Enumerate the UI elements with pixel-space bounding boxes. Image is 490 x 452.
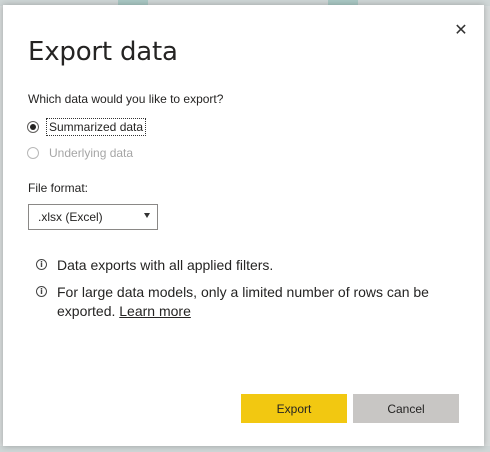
learn-more-link[interactable]: Learn more xyxy=(119,303,191,319)
radio-summarized-data[interactable]: Summarized data xyxy=(27,118,147,136)
info-filters-note: i Data exports with all applied filters. xyxy=(36,256,447,275)
close-icon[interactable]: ✕ xyxy=(452,21,470,39)
radio-label-underlying: Underlying data xyxy=(49,146,134,160)
file-format-label: File format: xyxy=(28,181,89,195)
chevron-down-icon xyxy=(144,213,150,218)
info-row-limit-message: For large data models, only a limited nu… xyxy=(57,284,429,319)
dialog-title: Export data xyxy=(28,37,178,67)
radio-button-checked[interactable] xyxy=(27,121,39,133)
file-format-dropdown[interactable]: .xlsx (Excel) xyxy=(28,204,158,230)
export-data-dialog: ✕ Export data Which data would you like … xyxy=(3,5,484,446)
info-icon: i xyxy=(36,259,47,270)
radio-button-disabled xyxy=(27,147,39,159)
export-button[interactable]: Export xyxy=(241,394,347,423)
info-icon: i xyxy=(36,286,47,297)
file-format-value: .xlsx (Excel) xyxy=(38,210,103,224)
info-filters-text: Data exports with all applied filters. xyxy=(57,257,274,273)
info-row-limit-note: i For large data models, only a limited … xyxy=(36,283,447,321)
export-question: Which data would you like to export? xyxy=(28,92,224,106)
background-bottom-strip xyxy=(0,446,490,452)
cancel-button[interactable]: Cancel xyxy=(353,394,459,423)
radio-underlying-data: Underlying data xyxy=(27,144,135,162)
info-row-limit-text: For large data models, only a limited nu… xyxy=(57,283,447,321)
radio-label-summarized: Summarized data xyxy=(45,118,147,136)
